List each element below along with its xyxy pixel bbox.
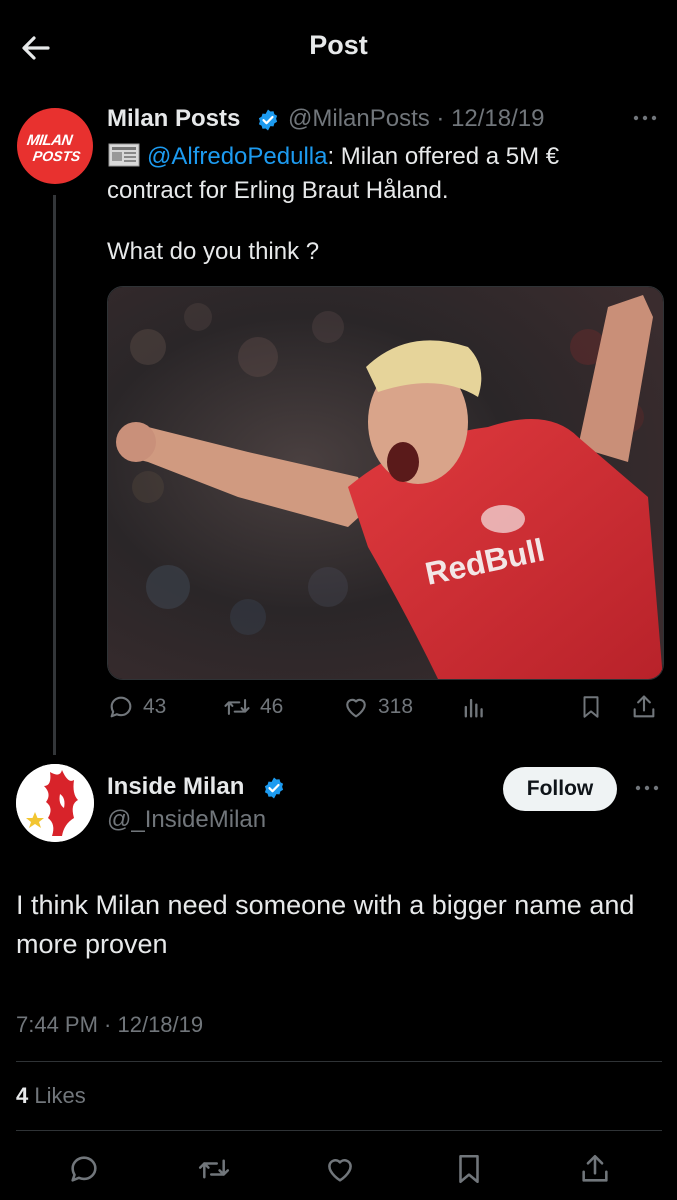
views-icon	[464, 698, 483, 718]
author-name[interactable]: Inside Milan	[107, 773, 244, 801]
author-name[interactable]: Milan Posts	[107, 105, 240, 133]
repost-action[interactable]: 46	[222, 692, 283, 722]
reply-action[interactable]: 43	[107, 692, 166, 722]
author-handle-date: @MilanPosts · 12/18/19	[288, 105, 545, 132]
views-action[interactable]	[460, 692, 496, 722]
like-icon[interactable]	[323, 1152, 357, 1186]
page-title: Post	[309, 30, 368, 60]
share-action[interactable]	[630, 692, 666, 722]
thread-line	[53, 195, 56, 755]
share-icon[interactable]	[578, 1152, 612, 1186]
divider	[16, 1130, 662, 1131]
bookmark-icon	[583, 696, 599, 718]
author-handle: @_InsideMilan	[107, 806, 267, 833]
repost-count: 46	[260, 695, 284, 718]
avatar-text: MILAN	[25, 132, 74, 149]
bookmark-action[interactable]	[578, 692, 612, 722]
likes-summary[interactable]: 4 Likes	[16, 1083, 86, 1109]
likes-count: 4	[16, 1083, 29, 1108]
avatar[interactable]: MILAN POSTS	[17, 108, 93, 184]
share-icon	[633, 695, 655, 718]
avatar-text: POSTS	[31, 148, 82, 164]
reply-icon[interactable]	[67, 1152, 101, 1186]
post-question: What do you think ?	[107, 238, 320, 265]
header: Post	[0, 0, 677, 88]
more-icon[interactable]	[630, 108, 660, 128]
reply-count: 43	[143, 695, 167, 718]
likes-label: Likes	[34, 1083, 86, 1108]
like-action[interactable]: 318	[342, 692, 413, 722]
repost-icon[interactable]	[196, 1152, 230, 1186]
post-text: I think Milan need someone with a bigger…	[16, 890, 635, 959]
follow-button[interactable]: Follow	[503, 767, 617, 811]
like-count: 318	[378, 695, 414, 718]
repost-icon	[224, 699, 250, 715]
reply-icon	[110, 696, 132, 718]
verified-icon	[256, 108, 280, 132]
verified-icon	[262, 776, 286, 800]
post-image[interactable]: RedBull	[107, 286, 664, 680]
divider	[16, 1061, 662, 1062]
post-text: @AlfredoPedulla: Milan offered a 5M € co…	[107, 140, 647, 208]
more-icon[interactable]	[632, 778, 662, 798]
mention-link[interactable]: @AlfredoPedulla	[147, 143, 327, 170]
bookmark-icon[interactable]	[452, 1152, 486, 1186]
like-icon	[346, 698, 366, 718]
post-timestamp[interactable]: 7:44 PM · 12/18/19	[16, 1012, 203, 1038]
avatar[interactable]	[16, 764, 94, 842]
